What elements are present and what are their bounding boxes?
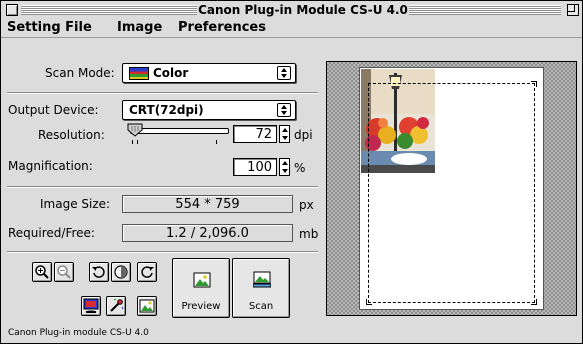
output-device-select[interactable]: CRT(72dpi)	[122, 100, 296, 120]
monitor-icon	[83, 298, 99, 313]
menu-image[interactable]: Image	[117, 20, 162, 36]
preview-page	[359, 67, 544, 310]
title-bar[interactable]: Canon Plug-in Module CS-U 4.0	[1, 1, 582, 20]
magnification-label: Magnification:	[8, 159, 93, 173]
image-adjust-button[interactable]	[137, 296, 157, 316]
rotate-left-icon	[92, 266, 105, 278]
magnification-input[interactable]: 100	[233, 158, 277, 176]
required-free-label: Required/Free:	[8, 226, 95, 240]
output-device-value: CRT(72dpi)	[129, 103, 204, 117]
rotate-left-button[interactable]	[89, 262, 109, 282]
scan-mode-select[interactable]: Color	[122, 63, 296, 83]
mirror-icon	[114, 265, 128, 279]
scan-icon	[253, 271, 271, 288]
preview-area[interactable]	[326, 61, 577, 316]
zoom-box-icon[interactable]	[567, 4, 579, 16]
image-size-unit: px	[299, 198, 314, 212]
color-mode-icon	[129, 67, 149, 80]
picture-icon	[139, 299, 155, 313]
required-free-unit: mb	[299, 227, 319, 241]
slider-tick	[216, 140, 217, 144]
preview-icon	[193, 272, 211, 288]
crop-handle[interactable]	[366, 299, 372, 305]
crop-marquee[interactable]	[366, 81, 537, 305]
zoom-out-icon	[57, 265, 71, 279]
popup-arrows-icon	[277, 103, 291, 117]
resolution-label: Resolution:	[38, 128, 105, 142]
resolution-slider-thumb[interactable]	[127, 123, 143, 137]
scan-mode-label: Scan Mode:	[45, 66, 115, 80]
rotate-right-button[interactable]	[137, 262, 157, 282]
magnification-unit: %	[294, 161, 306, 175]
image-size-label: Image Size:	[40, 197, 111, 211]
crop-handle[interactable]	[531, 299, 537, 305]
required-free-value: 1.2 / 2,096.0	[122, 224, 293, 242]
slider-tick	[137, 140, 138, 144]
scan-mode-value: Color	[153, 66, 189, 80]
zoom-out-button[interactable]	[54, 262, 74, 282]
preview-button-label: Preview	[181, 301, 221, 312]
mirror-button[interactable]	[111, 262, 131, 282]
zoom-in-button[interactable]	[32, 262, 52, 282]
menu-setting-file[interactable]: Setting File	[7, 20, 92, 36]
slider-tick	[132, 140, 133, 144]
output-device-label: Output Device:	[8, 103, 99, 117]
image-size-value: 554 * 759	[122, 195, 293, 213]
status-text: Canon Plug-in module CS-U 4.0	[8, 328, 149, 338]
divider	[7, 92, 318, 94]
window-title: Canon Plug-in Module CS-U 4.0	[197, 2, 409, 18]
close-box-icon[interactable]	[6, 4, 18, 16]
monitor-button[interactable]	[81, 296, 101, 316]
resolution-stepper[interactable]	[279, 125, 290, 143]
resolution-unit: dpi	[294, 128, 313, 142]
eyedropper-button[interactable]	[106, 296, 126, 316]
magnification-stepper[interactable]	[279, 158, 290, 176]
popup-arrows-icon	[277, 66, 291, 80]
plugin-window: Canon Plug-in Module CS-U 4.0 Setting Fi…	[0, 0, 583, 344]
crop-handle[interactable]	[531, 81, 537, 87]
zoom-in-icon	[35, 265, 49, 279]
resolution-slider-track[interactable]	[130, 128, 229, 134]
scan-button[interactable]: Scan	[232, 258, 290, 318]
divider	[7, 186, 318, 188]
scan-button-label: Scan	[248, 301, 274, 312]
eyedropper-icon	[110, 298, 124, 312]
menu-preferences[interactable]: Preferences	[178, 20, 266, 36]
divider	[7, 251, 318, 253]
menu-bar: Setting File Image Preferences	[1, 19, 582, 38]
preview-button[interactable]: Preview	[172, 258, 230, 318]
resolution-input[interactable]: 72	[233, 125, 277, 143]
rotate-right-icon	[141, 266, 154, 278]
